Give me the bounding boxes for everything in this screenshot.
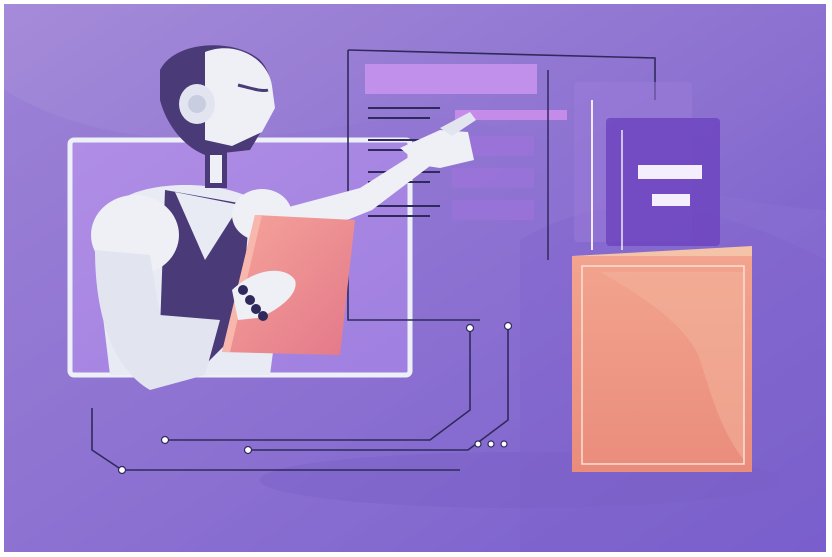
robot-illustration	[0, 0, 832, 557]
book-box	[572, 246, 752, 472]
illustration-frame	[0, 0, 832, 557]
